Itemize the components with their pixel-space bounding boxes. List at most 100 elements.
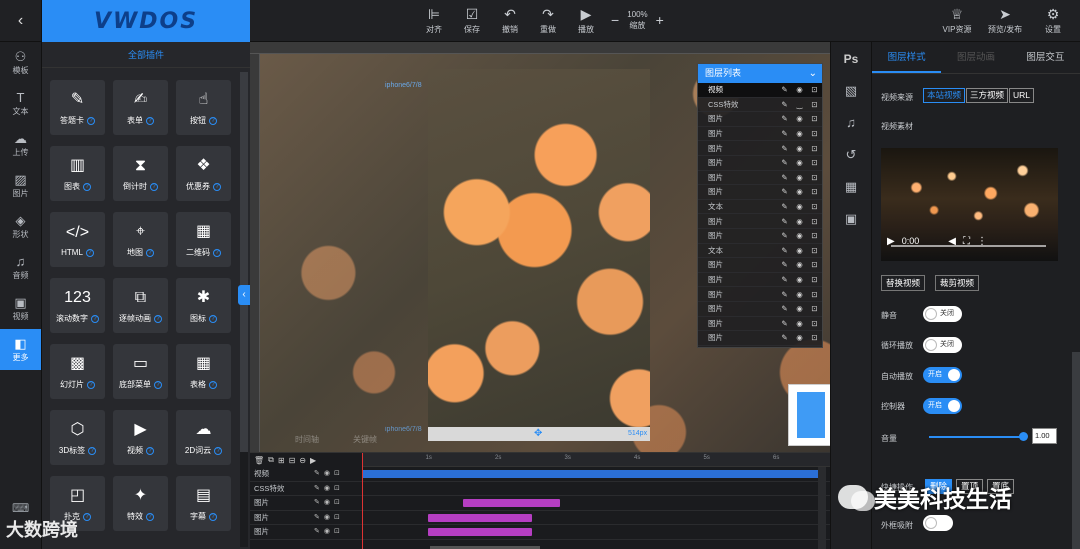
autoplay-toggle[interactable]: 开启: [923, 367, 962, 383]
widget-table[interactable]: ▦ 表格?: [176, 344, 231, 399]
widget-button[interactable]: ☝ 按钮?: [176, 80, 231, 135]
help-icon[interactable]: ?: [214, 446, 223, 455]
widget-magic[interactable]: ✦ 特效?: [113, 476, 168, 531]
eye-icon[interactable]: ◉: [792, 333, 807, 342]
widget-hourglass[interactable]: ⧗ 倒计时?: [113, 146, 168, 201]
eye-icon[interactable]: ◉: [792, 144, 807, 153]
timeline-scrollbar[interactable]: [818, 467, 826, 549]
timeline-tool-icon[interactable]: ⊖: [299, 456, 306, 465]
lock-icon[interactable]: ⊡: [807, 275, 822, 284]
edit-icon[interactable]: ✎: [777, 231, 792, 240]
edit-icon[interactable]: ✎: [777, 202, 792, 211]
eye-icon[interactable]: ◉: [792, 246, 807, 255]
lock-icon[interactable]: ⊡: [807, 202, 822, 211]
help-icon[interactable]: ?: [213, 182, 221, 191]
timeline-tool-icon[interactable]: 🗑: [254, 456, 264, 465]
undo-icon[interactable]: ↶: [491, 4, 529, 24]
widget-bottom-menu[interactable]: ▭ 底部菜单?: [113, 344, 168, 399]
eye-icon[interactable]: ◉: [792, 275, 807, 284]
loop-toggle[interactable]: 关闭: [923, 337, 962, 353]
lock-icon[interactable]: ⊡: [807, 290, 822, 299]
help-icon[interactable]: ?: [146, 446, 154, 455]
lock-icon[interactable]: ⊡: [807, 246, 822, 255]
eye-icon[interactable]: ◉: [792, 260, 807, 269]
lock-icon[interactable]: ⊡: [807, 304, 822, 313]
help-icon[interactable]: ?: [209, 512, 217, 521]
vip-icon[interactable]: ♕: [938, 4, 976, 24]
rail-item-shape[interactable]: ◈ 形状: [0, 206, 41, 247]
redo-icon[interactable]: ↷: [529, 4, 567, 24]
zoom-out-icon[interactable]: −: [611, 12, 619, 28]
hidden-eye-icon[interactable]: ‿: [792, 100, 807, 109]
play-icon[interactable]: ▶: [567, 4, 605, 24]
lock-icon[interactable]: ⊡: [807, 173, 822, 182]
lock-icon[interactable]: ⊡: [807, 129, 822, 138]
minimap[interactable]: [788, 384, 830, 446]
rail-item-templates[interactable]: ⚇ 模板: [0, 42, 41, 83]
edit-icon[interactable]: ✎: [777, 173, 792, 182]
layer-row[interactable]: 图片 ✎ ◉ ⊡: [698, 127, 822, 142]
move-handle-icon[interactable]: ✥: [534, 427, 542, 441]
widget-video[interactable]: ▶ 视频?: [113, 410, 168, 465]
grid-icon[interactable]: ▦: [831, 172, 871, 202]
texture-icon[interactable]: ▧: [831, 76, 871, 106]
eye-icon[interactable]: ◉: [792, 114, 807, 123]
tool-save[interactable]: ☑ 保存: [453, 4, 491, 35]
widget-chart[interactable]: ▥ 图表?: [50, 146, 105, 201]
rail-item-more[interactable]: ◧ 更多: [0, 329, 41, 370]
edit-icon[interactable]: ✎: [777, 114, 792, 123]
lock-icon[interactable]: ⊡: [807, 231, 822, 240]
eye-icon[interactable]: ◉: [792, 290, 807, 299]
layer-row[interactable]: 图片 ✎ ◉ ⊡: [698, 258, 822, 273]
lock-icon[interactable]: ⊡: [807, 114, 822, 123]
layer-row[interactable]: 图片 ✎ ◉ ⊡: [698, 185, 822, 200]
tab-layer-style[interactable]: 图层样式: [872, 42, 942, 73]
replace-video-button[interactable]: 替换视频: [881, 275, 926, 291]
edit-icon[interactable]: ✎: [777, 275, 792, 284]
help-icon[interactable]: ?: [88, 446, 97, 455]
widget-qrcode[interactable]: ▦ 二维码?: [176, 212, 231, 267]
help-icon[interactable]: ?: [87, 380, 95, 389]
mute-toggle[interactable]: 关闭: [923, 306, 962, 322]
lock-icon[interactable]: ⊡: [807, 144, 822, 153]
help-icon[interactable]: ?: [209, 380, 217, 389]
eye-icon[interactable]: ◉: [792, 187, 807, 196]
edit-icon[interactable]: ✎: [777, 158, 792, 167]
edit-icon[interactable]: ✎: [777, 333, 792, 342]
help-icon[interactable]: ?: [209, 314, 217, 323]
eye-icon[interactable]: ◉: [792, 85, 807, 94]
edit-icon[interactable]: ✎: [777, 246, 792, 255]
eye-icon[interactable]: ◉: [792, 231, 807, 240]
widget-code[interactable]: </> HTML?: [50, 212, 105, 267]
layer-row[interactable]: 图片 ✎ ◉ ⊡: [698, 141, 822, 156]
play-icon[interactable]: ▶: [887, 236, 895, 247]
help-icon[interactable]: ?: [146, 116, 154, 125]
help-icon[interactable]: ?: [91, 314, 99, 323]
save-icon[interactable]: ☑: [453, 4, 491, 24]
widget-cube[interactable]: ⬡ 3D标签?: [50, 410, 105, 465]
help-icon[interactable]: ?: [146, 512, 154, 521]
track-icons[interactable]: ✎◉⊡: [314, 482, 344, 496]
tab-layer-interaction[interactable]: 图层交互: [1011, 42, 1080, 73]
tool-play[interactable]: ▶ 播放: [567, 4, 605, 35]
widget-cloud[interactable]: ☁ 2D词云?: [176, 410, 231, 465]
layer-row[interactable]: 图片 ✎ ◉ ⊡: [698, 171, 822, 186]
source-local-button[interactable]: 本站视频: [923, 88, 966, 103]
layer-row[interactable]: 图片 ✎ ◉ ⊡: [698, 331, 822, 346]
track-icons[interactable]: ✎◉⊡: [314, 467, 344, 481]
edit-icon[interactable]: ✎: [777, 217, 792, 226]
help-icon[interactable]: ?: [85, 248, 94, 257]
track-clip[interactable]: [428, 528, 533, 536]
track-clip[interactable]: [462, 499, 561, 507]
rail-item-image[interactable]: ▨ 图片: [0, 165, 41, 206]
source-url-button[interactable]: URL: [1009, 88, 1035, 103]
help-icon[interactable]: ?: [150, 182, 158, 191]
music-icon[interactable]: ♫: [831, 108, 871, 138]
widget-coupon[interactable]: ❖ 优惠券?: [176, 146, 231, 201]
collapse-panel-button[interactable]: ‹: [238, 285, 250, 305]
chevron-down-icon[interactable]: ⌄: [809, 64, 817, 83]
help-icon[interactable]: ?: [83, 182, 91, 191]
eye-icon[interactable]: ◉: [792, 129, 807, 138]
widget-edit[interactable]: ✎ 答题卡?: [50, 80, 105, 135]
phone-canvas[interactable]: [428, 69, 650, 427]
